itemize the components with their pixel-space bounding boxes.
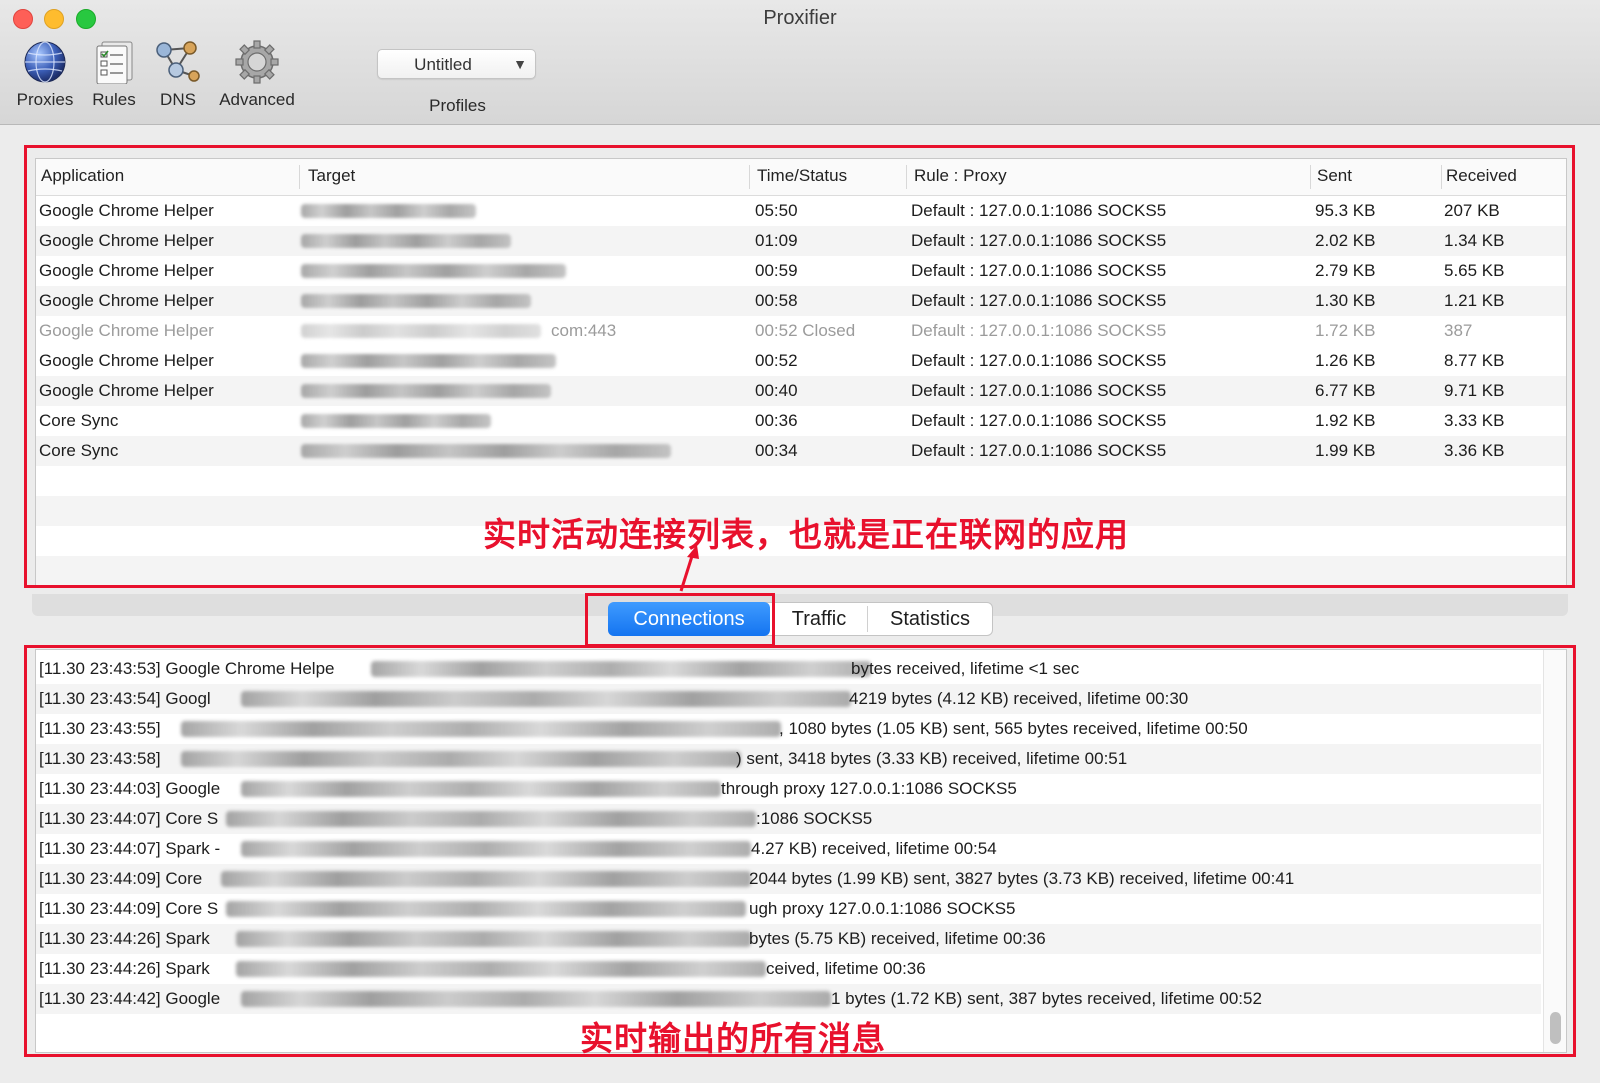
annotation-connections-note: 实时活动连接列表，也就是正在联网的应用	[483, 515, 1129, 554]
advanced-tool-button[interactable]: Advanced	[214, 40, 300, 110]
dns-network-icon	[156, 41, 200, 82]
gear-icon	[235, 40, 279, 84]
profile-value: Untitled	[414, 55, 472, 74]
rules-list-icon	[96, 41, 133, 84]
rules-tool-button[interactable]: Rules	[82, 40, 146, 110]
profiles-label: Profiles	[429, 96, 486, 115]
annotation-arrow-icon	[679, 545, 699, 592]
proxies-label: Proxies	[16, 90, 74, 109]
dns-label: DNS	[160, 90, 196, 109]
annotation-log-note: 实时输出的所有消息	[580, 1019, 886, 1058]
dns-tool-button[interactable]: DNS	[148, 40, 208, 110]
tab-traffic[interactable]: Traffic	[772, 602, 866, 636]
proxifier-window: Proxifier Proxies Rules DNS Advanced Unt…	[0, 0, 1600, 1083]
dropdown-arrow-icon: ▼	[513, 56, 527, 72]
globe-icon	[24, 41, 66, 83]
advanced-label: Advanced	[219, 90, 295, 109]
profile-select[interactable]: Untitled ▼	[377, 49, 536, 79]
annotation-box-tab	[585, 593, 775, 647]
window-title: Proxifier	[763, 7, 837, 29]
rules-label: Rules	[92, 90, 136, 109]
proxies-tool-button[interactable]: Proxies	[12, 40, 78, 110]
annotation-box-log	[24, 645, 1576, 1057]
tab-statistics[interactable]: Statistics	[868, 602, 992, 636]
title-toolbar: Proxifier Proxies Rules DNS Advanced Unt…	[0, 0, 1600, 125]
